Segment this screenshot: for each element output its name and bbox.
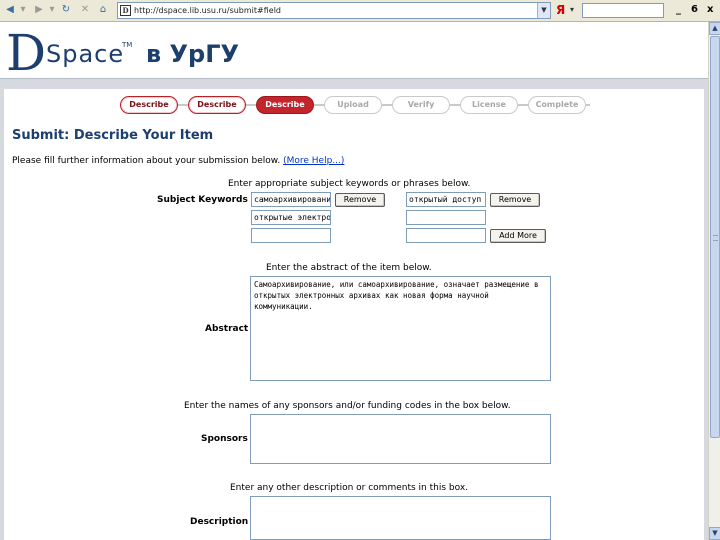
header-divider [0, 78, 708, 89]
browser-window: ◀ ▾ ▶ ▾ ↻ ✕ ⌂ D http://dspace.lib.usu.ru… [0, 0, 720, 540]
keywords-hint: Enter appropriate subject keywords or ph… [228, 179, 471, 189]
description-hint: Enter any other description or comments … [230, 483, 469, 493]
scroll-down-icon[interactable]: ▼ [709, 527, 720, 540]
address-bar[interactable]: D http://dspace.lib.usu.ru/submit#field … [117, 2, 551, 19]
site-header: D Space TM в УрГУ [0, 22, 708, 79]
keyword-field-5[interactable] [251, 228, 331, 243]
refresh-icon[interactable]: ↻ [59, 3, 73, 17]
remove-keyword-button-1[interactable]: Remove [335, 193, 385, 207]
scroll-up-icon[interactable]: ▲ [709, 22, 720, 35]
keyword-field-6[interactable] [406, 228, 486, 243]
abstract-hint: Enter the abstract of the item below. [266, 263, 432, 273]
intro-text: Please fill further information about yo… [12, 155, 344, 167]
abstract-textarea[interactable]: Самоархивирование, или самоархивирование… [250, 276, 551, 381]
keywords-label: Subject Keywords [157, 195, 248, 205]
keyword-field-4[interactable] [406, 210, 486, 225]
add-more-keywords-button[interactable]: Add More [490, 229, 546, 243]
step-describe-2[interactable]: Describe [188, 96, 246, 114]
description-textarea[interactable] [250, 496, 551, 540]
description-label: Description [190, 517, 249, 527]
scrollbar-grip-icon [713, 235, 718, 241]
step-upload: Upload [324, 96, 382, 114]
yandex-logo-icon[interactable]: Я [556, 3, 565, 17]
content-frame-left [0, 89, 4, 540]
step-license: License [460, 96, 518, 114]
search-input[interactable] [582, 3, 664, 18]
keyword-field-3[interactable]: открытые электронные архивы [251, 210, 331, 225]
stop-icon[interactable]: ✕ [78, 3, 92, 17]
sponsors-label: Sponsors [201, 434, 248, 444]
logo-suffix: в УрГУ [146, 40, 240, 68]
step-verify: Verify [392, 96, 450, 114]
minimize-button[interactable]: _ [676, 3, 681, 17]
sponsors-hint: Enter the names of any sponsors and/or f… [184, 401, 511, 411]
address-dropdown-icon[interactable]: ▼ [537, 3, 550, 18]
keyword-field-2[interactable]: открытый доступ [406, 192, 486, 207]
page-title: Submit: Describe Your Item [12, 128, 214, 143]
remove-keyword-button-2[interactable]: Remove [490, 193, 540, 207]
logo-d[interactable]: D [6, 28, 46, 78]
forward-arrow-icon[interactable]: ▶ [32, 3, 46, 17]
favicon-icon: D [120, 5, 131, 16]
home-icon[interactable]: ⌂ [96, 3, 110, 17]
restore-button[interactable]: 6 [691, 3, 698, 17]
browser-toolbar: ◀ ▾ ▶ ▾ ↻ ✕ ⌂ D http://dspace.lib.usu.ru… [0, 0, 720, 22]
back-arrow-icon[interactable]: ◀ [3, 3, 17, 17]
submission-progress: Describe Describe Describe Upload Verify… [120, 96, 590, 114]
dropdown-icon[interactable]: ▾ [45, 3, 59, 17]
vertical-scrollbar[interactable]: ▲ ▼ [708, 22, 720, 540]
step-describe-3: Describe [256, 96, 314, 114]
more-help-link[interactable]: (More Help...) [283, 156, 344, 166]
scrollbar-thumb[interactable] [710, 36, 720, 438]
yandex-dropdown-icon[interactable]: ▾ [570, 3, 574, 17]
close-button[interactable]: x [707, 3, 713, 17]
logo-space[interactable]: Space [46, 40, 124, 68]
address-url[interactable]: http://dspace.lib.usu.ru/submit#field [134, 4, 281, 17]
intro-message: Please fill further information about yo… [12, 156, 281, 166]
dropdown-icon[interactable]: ▾ [16, 3, 30, 17]
sponsors-textarea[interactable] [250, 414, 551, 464]
logo-trademark: TM [122, 41, 133, 49]
step-complete: Complete [528, 96, 586, 114]
abstract-label: Abstract [205, 324, 249, 334]
step-describe-1[interactable]: Describe [120, 96, 178, 114]
keyword-field-1[interactable]: самоархивирование [251, 192, 331, 207]
